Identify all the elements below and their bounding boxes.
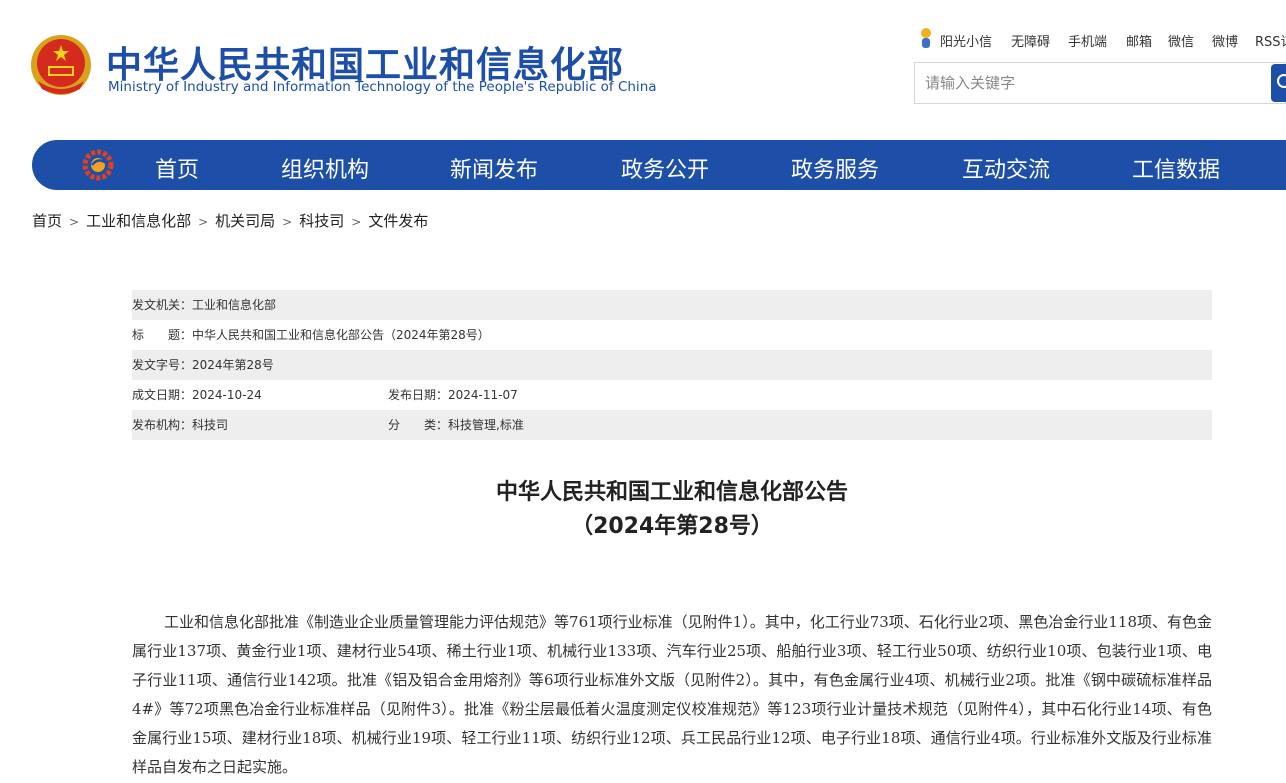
nav-item-interaction[interactable]: 互动交流 bbox=[962, 152, 1050, 184]
meta-row: 发布机构：科技司 分 类：科技管理,标准 bbox=[132, 410, 1212, 440]
meta-publisher: 发布机构：科技司 bbox=[132, 418, 229, 432]
toplink-weibo[interactable]: 微博 bbox=[1212, 31, 1238, 50]
chevron-right-icon: > bbox=[282, 215, 293, 229]
nav-item-services[interactable]: 政务服务 bbox=[791, 152, 879, 184]
site-subtitle: Ministry of Industry and Information Tec… bbox=[108, 79, 657, 95]
toplink-accessibility[interactable]: 无障碍 bbox=[1011, 31, 1050, 50]
chevron-right-icon: > bbox=[69, 215, 80, 229]
breadcrumb-documents[interactable]: 文件发布 bbox=[368, 212, 428, 230]
meta-doc-number: 发文字号：2024年第28号 bbox=[132, 358, 274, 372]
breadcrumb: 首页 > 工业和信息化部 > 机关司局 > 科技司 > 文件发布 bbox=[32, 210, 428, 231]
meta-title: 标 题：中华人民共和国工业和信息化部公告（2024年第28号） bbox=[132, 328, 490, 342]
toplink-rss[interactable]: RSS订阅 bbox=[1255, 31, 1286, 50]
search-input[interactable] bbox=[925, 72, 1255, 94]
meta-issuer: 发文机关：工业和信息化部 bbox=[132, 298, 277, 312]
toplink-sunshine[interactable]: 阳光小信 bbox=[940, 31, 992, 50]
article-title-number: （2024年第28号） bbox=[571, 514, 773, 539]
breadcrumb-departments[interactable]: 机关司局 bbox=[215, 212, 275, 230]
breadcrumb-science-dept[interactable]: 科技司 bbox=[299, 212, 344, 230]
breadcrumb-home[interactable]: 首页 bbox=[32, 212, 62, 230]
toplink-wechat[interactable]: 微信 bbox=[1168, 31, 1194, 50]
search-button[interactable] bbox=[1271, 64, 1286, 102]
sun-mascot-icon bbox=[921, 28, 931, 48]
toplink-mail[interactable]: 邮箱 bbox=[1126, 31, 1152, 50]
article-body: 工业和信息化部批准《制造业企业质量管理能力评估规范》等761项行业标准（见附件1… bbox=[132, 613, 1212, 776]
gear-logo-icon[interactable] bbox=[82, 149, 114, 181]
search-icon bbox=[1277, 74, 1286, 88]
document-meta-table: 发文机关：工业和信息化部 标 题：中华人民共和国工业和信息化部公告（2024年第… bbox=[132, 290, 1212, 440]
breadcrumb-ministry[interactable]: 工业和信息化部 bbox=[86, 212, 191, 230]
meta-row: 发文机关：工业和信息化部 bbox=[132, 290, 1212, 320]
chevron-right-icon: > bbox=[198, 215, 209, 229]
nav-item-data[interactable]: 工信数据 bbox=[1132, 152, 1220, 184]
nav-item-home[interactable]: 首页 bbox=[155, 152, 199, 184]
main-nav: 首页 组织机构 新闻发布 政务公开 政务服务 互动交流 工信数据 bbox=[32, 140, 1286, 190]
article-title-main: 中华人民共和国工业和信息化部公告 bbox=[495, 480, 848, 505]
site-header: 中华人民共和国工业和信息化部 Ministry of Industry and … bbox=[0, 0, 1286, 130]
nav-item-organization[interactable]: 组织机构 bbox=[281, 152, 369, 184]
nav-item-government-affairs[interactable]: 政务公开 bbox=[621, 152, 709, 184]
meta-row: 成文日期：2024-10-24 发布日期：2024-11-07 bbox=[132, 380, 1212, 410]
article-title: 中华人民共和国工业和信息化部公告 （2024年第28号） bbox=[132, 476, 1212, 544]
meta-publish-date: 发布日期：2024-11-07 bbox=[388, 388, 518, 402]
nav-item-news[interactable]: 新闻发布 bbox=[450, 152, 538, 184]
meta-row: 发文字号：2024年第28号 bbox=[132, 350, 1212, 380]
toplink-mobile[interactable]: 手机端 bbox=[1068, 31, 1107, 50]
search-box bbox=[914, 62, 1286, 104]
national-emblem-icon[interactable] bbox=[30, 33, 92, 97]
meta-row: 标 题：中华人民共和国工业和信息化部公告（2024年第28号） bbox=[132, 320, 1212, 350]
chevron-right-icon: > bbox=[351, 215, 362, 229]
meta-written-date: 成文日期：2024-10-24 bbox=[132, 388, 262, 402]
meta-category: 分 类：科技管理,标准 bbox=[388, 418, 524, 432]
